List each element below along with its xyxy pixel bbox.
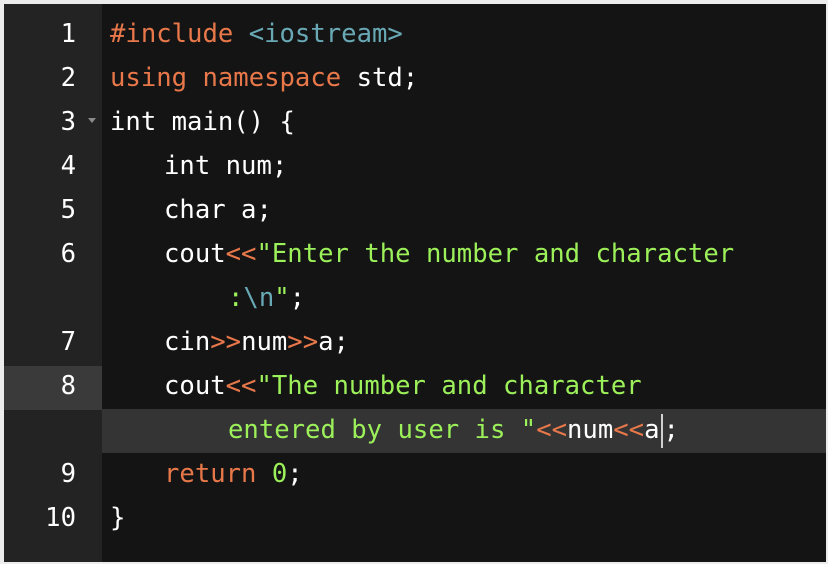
line-number-gutter: 1 2 3 4 5 6 7 8 9 10 (4, 4, 102, 562)
code-line-4[interactable]: int num; (102, 144, 826, 188)
gutter-line-6: 6 (4, 232, 102, 276)
gutter-line-4: 4 (4, 144, 102, 188)
semicolon: ; (333, 327, 349, 357)
gutter-line-3: 3 (4, 100, 102, 144)
char-declaration: char a; (164, 195, 272, 225)
namespace-name: std; (341, 63, 419, 93)
code-line-8[interactable]: cout<<"The number and character (102, 364, 826, 408)
variable-a: a (318, 327, 334, 357)
insertion-operator: << (225, 371, 257, 401)
include-header: <iostream> (248, 19, 403, 49)
code-editor[interactable]: 1 2 3 4 5 6 7 8 9 10 #include <iostream>… (4, 4, 826, 562)
closing-brace: } (110, 503, 126, 533)
cout-identifier: cout (164, 239, 226, 269)
extraction-operator: >> (287, 327, 319, 357)
line-number: 4 (60, 151, 76, 181)
variable-num: num (241, 327, 288, 357)
insertion-operator: << (225, 239, 257, 269)
keyword-namespace: namespace (202, 63, 342, 93)
gutter-line-7: 7 (4, 320, 102, 364)
gutter-line-8: 8 (4, 364, 102, 408)
escape-sequence: \n (243, 283, 275, 313)
code-line-8-wrap[interactable]: entered by user is "<<num<<a; (102, 408, 826, 452)
gutter-line-10: 10 (4, 496, 102, 540)
code-line-6[interactable]: cout<<"Enter the number and character (102, 232, 826, 276)
string-literal: "The number and character (256, 371, 642, 401)
code-line-3[interactable]: int main() { (102, 100, 826, 144)
code-line-5[interactable]: char a; (102, 188, 826, 232)
return-value: 0 (271, 459, 288, 489)
text-cursor (660, 414, 663, 448)
keyword-using: using (110, 63, 188, 93)
semicolon: ; (663, 415, 679, 445)
line-number: 5 (60, 195, 76, 225)
insertion-operator: << (613, 415, 645, 445)
extraction-operator: >> (210, 327, 242, 357)
code-line-9[interactable]: return 0; (102, 452, 826, 496)
code-content[interactable]: #include <iostream> using namespace std;… (102, 4, 826, 562)
code-line-10[interactable]: } (102, 496, 826, 540)
line-number: 8 (60, 371, 76, 401)
line-number: 2 (60, 63, 76, 93)
insertion-operator: << (536, 415, 568, 445)
string-literal: "Enter the number and character (256, 239, 735, 269)
gutter-line-1: 1 (4, 12, 102, 56)
string-literal-continued: : (228, 283, 244, 313)
line-number: 10 (45, 503, 76, 533)
gutter-line-2: 2 (4, 56, 102, 100)
gutter-line-5: 5 (4, 188, 102, 232)
gutter-line-9: 9 (4, 452, 102, 496)
line-number: 3 (60, 107, 76, 137)
keyword-return: return (164, 459, 257, 489)
semicolon: ; (289, 283, 306, 313)
cin-identifier: cin (164, 327, 211, 357)
variable-num: num (567, 415, 614, 445)
code-line-2[interactable]: using namespace std; (102, 56, 826, 100)
string-literal-end: " (274, 283, 290, 313)
cout-identifier: cout (164, 371, 226, 401)
string-literal-continued: entered by user is " (228, 415, 537, 445)
line-number: 6 (60, 239, 76, 269)
preprocessor-directive: #include (110, 19, 234, 49)
main-declaration: int main() { (110, 107, 295, 137)
code-line-7[interactable]: cin>>num>>a; (102, 320, 826, 364)
code-line-6-wrap[interactable]: :\n"; (102, 276, 826, 320)
fold-arrow-icon[interactable] (88, 118, 96, 123)
code-line-1[interactable]: #include <iostream> (102, 12, 826, 56)
semicolon: ; (287, 459, 303, 489)
line-number: 7 (60, 327, 76, 357)
line-number: 9 (60, 459, 76, 489)
int-declaration: int num; (164, 151, 288, 181)
line-number: 1 (60, 19, 76, 49)
variable-a: a (644, 415, 660, 445)
